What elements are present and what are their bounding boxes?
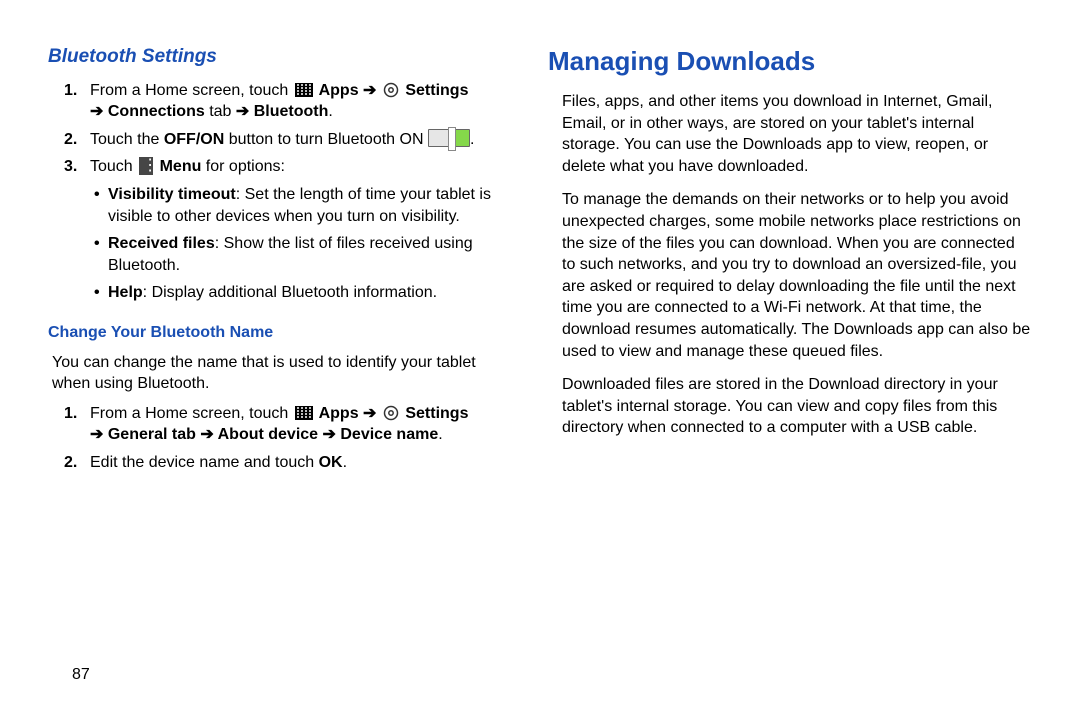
step-3: 3. Touch Menu for options: Visibility ti… — [90, 156, 516, 304]
text: From a Home screen, touch — [90, 82, 293, 99]
about-device-label: About device — [218, 426, 323, 443]
option-title: Received files — [108, 235, 215, 252]
gear-icon — [383, 405, 399, 421]
text: Touch the — [90, 131, 164, 148]
list-item: Help: Display additional Bluetooth infor… — [108, 282, 516, 304]
list-item: Visibility timeout: Set the length of ti… — [108, 184, 516, 227]
managing-downloads-heading: Managing Downloads — [548, 44, 1032, 79]
change-name-steps: 1. From a Home screen, touch Apps ➔ Sett… — [48, 403, 516, 474]
step-2: 2. Edit the device name and touch OK. — [90, 452, 516, 474]
general-tab-label: General tab — [108, 426, 200, 443]
arrow-icon: ➔ — [90, 426, 108, 443]
step-number: 2. — [64, 129, 77, 151]
bluetooth-label: Bluetooth — [254, 103, 329, 120]
option-title: Visibility timeout — [108, 186, 236, 203]
gear-icon — [383, 82, 399, 98]
bluetooth-steps: 1. From a Home screen, touch Apps ➔ Sett… — [48, 80, 516, 304]
step-2: 2. Touch the OFF/ON button to turn Bluet… — [90, 129, 516, 151]
bluetooth-settings-heading: Bluetooth Settings — [48, 44, 516, 70]
settings-label: Settings — [401, 405, 469, 422]
option-title: Help — [108, 284, 143, 301]
step-number: 1. — [64, 403, 77, 425]
offon-label: OFF/ON — [164, 131, 224, 148]
text: Touch — [90, 158, 137, 175]
step-1: 1. From a Home screen, touch Apps ➔ Sett… — [90, 403, 516, 446]
list-item: Received files: Show the list of files r… — [108, 233, 516, 276]
step-1: 1. From a Home screen, touch Apps ➔ Sett… — [90, 80, 516, 123]
arrow-icon: ➔ — [363, 82, 381, 99]
page-number: 87 — [72, 666, 90, 684]
period: . — [470, 131, 474, 148]
arrow-icon: ➔ — [200, 426, 217, 443]
apps-label: Apps — [315, 405, 363, 422]
menu-options-list: Visibility timeout: Set the length of ti… — [90, 184, 516, 304]
apps-icon — [295, 406, 313, 420]
step-number: 1. — [64, 80, 77, 102]
settings-label: Settings — [401, 82, 469, 99]
apps-icon — [295, 83, 313, 97]
connections-label: Connections — [108, 103, 205, 120]
overflow-menu-icon — [139, 157, 153, 175]
text: button to turn Bluetooth ON — [224, 131, 428, 148]
right-column: Managing Downloads Files, apps, and othe… — [540, 40, 1032, 720]
device-name-label: Device name — [340, 426, 438, 443]
text: for options: — [201, 158, 285, 175]
left-column: Bluetooth Settings 1. From a Home screen… — [48, 40, 540, 720]
paragraph: Files, apps, and other items you downloa… — [548, 91, 1032, 177]
arrow-icon: ➔ — [363, 405, 381, 422]
ok-label: OK — [319, 454, 343, 471]
manual-page: Bluetooth Settings 1. From a Home screen… — [0, 0, 1080, 720]
arrow-icon: ➔ — [323, 426, 341, 443]
change-bt-name-heading: Change Your Bluetooth Name — [48, 322, 516, 344]
toggle-on-icon — [428, 129, 470, 147]
period: . — [343, 454, 347, 471]
tab-word: tab — [205, 103, 236, 120]
intro-text: You can change the name that is used to … — [48, 352, 516, 395]
period: . — [328, 103, 332, 120]
paragraph: To manage the demands on their networks … — [548, 189, 1032, 362]
apps-label: Apps — [315, 82, 363, 99]
period: . — [438, 426, 442, 443]
paragraph: Downloaded files are stored in the Downl… — [548, 374, 1032, 439]
option-body: : Display additional Bluetooth informati… — [143, 284, 437, 301]
step-number: 3. — [64, 156, 77, 178]
text: From a Home screen, touch — [90, 405, 293, 422]
arrow-icon: ➔ — [236, 103, 254, 120]
arrow-icon: ➔ — [90, 103, 108, 120]
step-number: 2. — [64, 452, 77, 474]
menu-label: Menu — [155, 158, 201, 175]
text: Edit the device name and touch — [90, 454, 319, 471]
